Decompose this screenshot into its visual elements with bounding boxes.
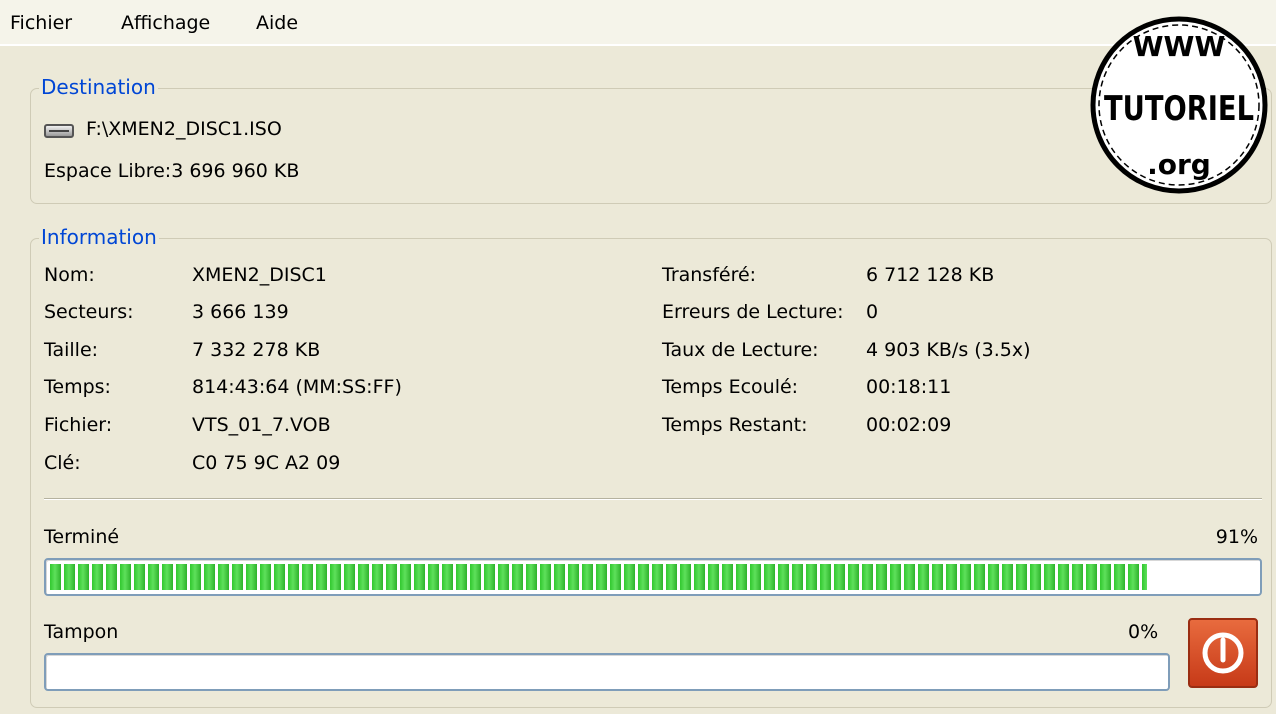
info-value-fichier: VTS_01_7.VOB xyxy=(192,414,331,436)
info-label-temps: Temps: xyxy=(44,376,111,398)
hard-drive-icon xyxy=(44,124,74,138)
info-value-nom: XMEN2_DISC1 xyxy=(192,264,327,286)
info-label-ecoule: Temps Ecoulé: xyxy=(662,376,799,398)
separator xyxy=(44,498,1262,500)
done-percent: 91% xyxy=(1215,526,1258,548)
info-value-transfere: 6 712 128 KB xyxy=(866,264,995,286)
info-value-temps: 814:43:64 (MM:SS:FF) xyxy=(192,376,402,398)
stop-button[interactable] xyxy=(1188,618,1258,688)
info-value-cle: C0 75 9C A2 09 xyxy=(192,452,341,474)
info-label-fichier: Fichier: xyxy=(44,414,113,436)
destination-path: F:\XMEN2_DISC1.ISO xyxy=(86,118,282,140)
done-progress-fill xyxy=(50,564,1147,590)
watermark-middle: TUTORIEL xyxy=(1104,89,1254,129)
info-label-transfere: Transféré: xyxy=(662,264,757,286)
info-value-ecoule: 00:18:11 xyxy=(866,376,952,398)
power-stop-icon xyxy=(1202,632,1244,674)
done-label: Terminé xyxy=(44,526,120,548)
buffer-percent: 0% xyxy=(1128,621,1159,643)
done-progress-bar xyxy=(44,558,1262,596)
tutoriel-watermark-logo: WWW TUTORIEL .org xyxy=(1086,12,1272,198)
info-value-erreurs: 0 xyxy=(866,301,879,323)
buffer-label: Tampon xyxy=(44,621,119,643)
info-label-nom: Nom: xyxy=(44,264,95,286)
menu-bar: Fichier Affichage Aide xyxy=(0,0,1276,46)
info-value-restant: 00:02:09 xyxy=(866,414,952,436)
info-label-taux: Taux de Lecture: xyxy=(662,339,819,361)
information-legend: Information xyxy=(39,225,159,249)
watermark-bottom: .org xyxy=(1147,148,1211,181)
buffer-progress-bar xyxy=(44,653,1170,691)
info-label-erreurs: Erreurs de Lecture: xyxy=(662,301,844,323)
info-label-cle: Clé: xyxy=(44,452,81,474)
menu-aide[interactable]: Aide xyxy=(256,12,298,34)
watermark-top: WWW xyxy=(1133,30,1226,63)
info-value-taux: 4 903 KB/s (3.5x) xyxy=(866,339,1031,361)
menu-fichier[interactable]: Fichier xyxy=(10,12,72,34)
info-label-secteurs: Secteurs: xyxy=(44,301,134,323)
info-value-taille: 7 332 278 KB xyxy=(192,339,321,361)
destination-legend: Destination xyxy=(39,75,158,99)
menu-affichage[interactable]: Affichage xyxy=(121,12,210,34)
free-space: Espace Libre:3 696 960 KB xyxy=(44,160,300,182)
info-label-taille: Taille: xyxy=(44,339,99,361)
info-value-secteurs: 3 666 139 xyxy=(192,301,289,323)
info-label-restant: Temps Restant: xyxy=(662,414,808,436)
